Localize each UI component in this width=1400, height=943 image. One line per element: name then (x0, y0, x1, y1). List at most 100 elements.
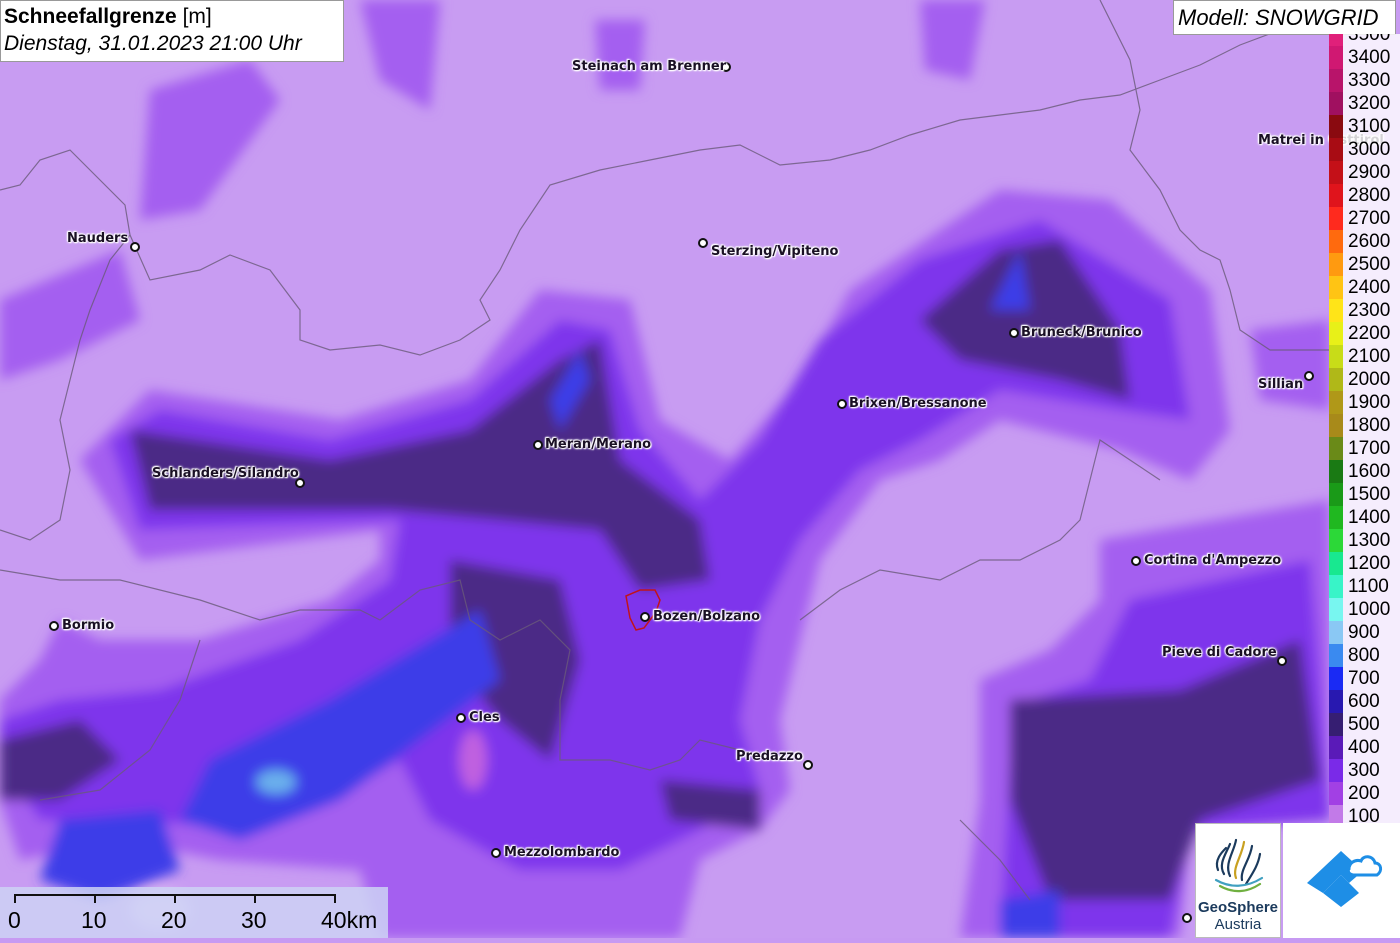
geosphere-logo[interactable]: GeoSphere Austria (1195, 823, 1281, 938)
legend-row: 2200 (1329, 322, 1400, 345)
legend-swatch (1329, 161, 1343, 184)
legend-row: 1600 (1329, 460, 1400, 483)
legend-row: 2900 (1329, 161, 1400, 184)
zone-900 (256, 770, 296, 794)
legend-swatch (1329, 34, 1343, 46)
legend-swatch (1329, 230, 1343, 253)
legend-row: 400 (1329, 736, 1400, 759)
legend-row: 1900 (1329, 391, 1400, 414)
legend-swatch (1329, 69, 1343, 92)
scale-label: 40km (321, 907, 378, 933)
scale-label: 30 (241, 907, 267, 933)
legend-swatch (1329, 368, 1343, 391)
scale-tick (174, 894, 176, 903)
legend-row: 2500 (1329, 253, 1400, 276)
legend-row: 2700 (1329, 207, 1400, 230)
legend-row: 800 (1329, 644, 1400, 667)
legend-label: 200 (1343, 782, 1400, 805)
geosphere-name: GeoSphere (1197, 899, 1279, 916)
app-logo[interactable] (1283, 823, 1400, 938)
legend-swatch (1329, 529, 1343, 552)
legend-label: 1000 (1343, 598, 1400, 621)
legend-label: 300 (1343, 759, 1400, 782)
legend-label: 400 (1343, 736, 1400, 759)
legend-swatch (1329, 345, 1343, 368)
legend-swatch (1329, 437, 1343, 460)
zone-300 (595, 20, 645, 90)
legend-label: 1200 (1343, 552, 1400, 575)
city-label-predazzo: Predazzo (736, 749, 803, 764)
legend-row: 1500 (1329, 483, 1400, 506)
scale-tick (14, 894, 16, 903)
legend-swatch (1329, 92, 1343, 115)
legend-label: 1400 (1343, 506, 1400, 529)
legend-row: 1300 (1329, 529, 1400, 552)
legend-label: 2000 (1343, 368, 1400, 391)
legend-row: 2600 (1329, 230, 1400, 253)
legend-row: 2000 (1329, 368, 1400, 391)
legend-row: 1000 (1329, 598, 1400, 621)
city-label-cortina: Cortina d'Ampezzo (1144, 553, 1282, 568)
app-arrow-cloud-icon (1307, 851, 1383, 907)
legend-swatch (1329, 782, 1343, 805)
city-dot (1131, 556, 1141, 566)
map-datetime: Dienstag, 31.01.2023 21:00 Uhr (4, 32, 302, 55)
legend-row: 200 (1329, 782, 1400, 805)
legend-label: 1300 (1343, 529, 1400, 552)
legend-swatch (1329, 575, 1343, 598)
model-label: Modell: SNOWGRID (1173, 0, 1396, 35)
city-label-meran: Meran/Merano (545, 437, 652, 452)
scale-label: 0 (8, 907, 21, 933)
legend-row: 3300 (1329, 69, 1400, 92)
legend-row: 3000 (1329, 138, 1400, 161)
legend-row: 3100 (1329, 115, 1400, 138)
legend-label: 2900 (1343, 161, 1400, 184)
legend-label: 3400 (1343, 46, 1400, 69)
legend-row: 500 (1329, 713, 1400, 736)
scale-tick (334, 894, 336, 903)
legend-swatch (1329, 46, 1343, 69)
city-dot (456, 713, 466, 723)
legend-label: 700 (1343, 667, 1400, 690)
legend-swatch (1329, 414, 1343, 437)
legend-row: 600 (1329, 690, 1400, 713)
legend-label: 1800 (1343, 414, 1400, 437)
legend-row: 1400 (1329, 506, 1400, 529)
city-dot (698, 238, 708, 248)
legend-label: 600 (1343, 690, 1400, 713)
city-label-schlanders: Schlanders/Silandro (152, 466, 299, 481)
city-dot (640, 612, 650, 622)
legend-swatch (1329, 391, 1343, 414)
color-legend: 3500 3400 3300 3200 3100 3000 2900 2800 2700 2600… (1329, 34, 1400, 827)
city-label-bruneck: Bruneck/Brunico (1021, 325, 1142, 340)
city-label-mezzolombardo: Mezzolombardo (504, 845, 620, 860)
legend-swatch (1329, 184, 1343, 207)
legend-row: 3200 (1329, 92, 1400, 115)
city-dot (1182, 913, 1192, 923)
city-dot (1304, 371, 1314, 381)
map-title: Schneefallgrenze (4, 5, 177, 28)
legend-label: 3500 (1343, 34, 1400, 46)
legend-label: 3100 (1343, 115, 1400, 138)
city-dot (1009, 328, 1019, 338)
city-label-bozen: Bozen/Bolzano (653, 609, 761, 624)
legend-row: 1700 (1329, 437, 1400, 460)
city-label-bormio: Bormio (62, 618, 115, 633)
legend-label: 2300 (1343, 299, 1400, 322)
geosphere-emblem-icon (1214, 838, 1264, 893)
map-title-box: Schneefallgrenze [m] Dienstag, 31.01.202… (0, 0, 344, 62)
legend-swatch (1329, 713, 1343, 736)
legend-label: 1600 (1343, 460, 1400, 483)
city-dot (491, 848, 501, 858)
legend-swatch (1329, 276, 1343, 299)
legend-swatch (1329, 115, 1343, 138)
legend-label: 1700 (1343, 437, 1400, 460)
map-unit: [m] (182, 5, 212, 28)
legend-row: 1200 (1329, 552, 1400, 575)
legend-label: 3000 (1343, 138, 1400, 161)
legend-swatch (1329, 138, 1343, 161)
scale-tick (94, 894, 96, 903)
legend-label: 2600 (1343, 230, 1400, 253)
scale-tick (254, 894, 256, 903)
legend-swatch (1329, 207, 1343, 230)
